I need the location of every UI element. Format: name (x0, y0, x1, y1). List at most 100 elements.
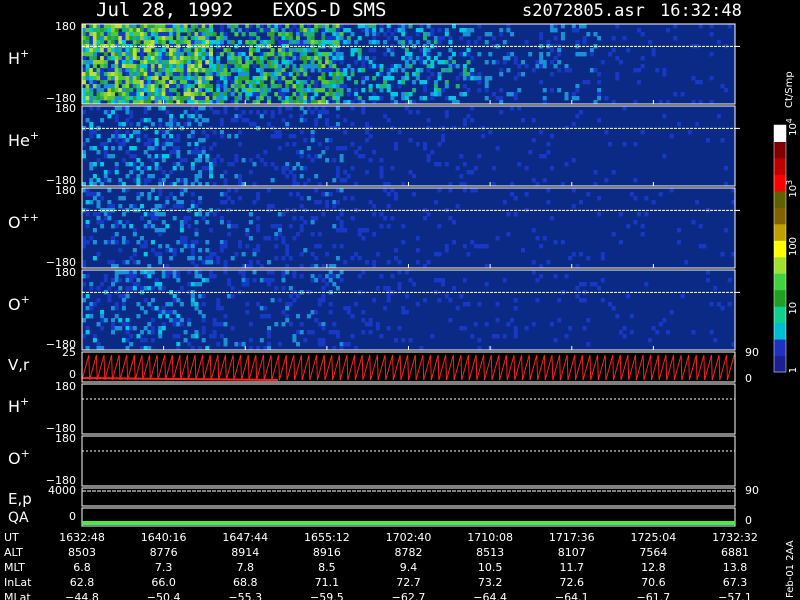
spectrogram-cell (96, 200, 101, 205)
spectrogram-cell (121, 236, 126, 241)
spectrogram-cell (437, 224, 442, 229)
spectrogram-cell (230, 92, 235, 97)
spectrogram-cell (201, 146, 206, 151)
spectrogram-cell (299, 56, 304, 61)
spectrogram-cell (118, 196, 123, 201)
spectrogram-cell (107, 76, 112, 81)
table-cell: −62.7 (392, 591, 426, 600)
spectrogram-cell (176, 72, 181, 77)
spectrogram-cell (560, 32, 565, 37)
spectrogram-cell (143, 88, 148, 93)
spectrogram-cell (154, 80, 159, 85)
spectrogram-cell (317, 154, 322, 159)
spectrogram-cell (568, 68, 573, 73)
spectrogram-cell (557, 68, 562, 73)
spectrogram-cell (216, 52, 221, 57)
spectrogram-cell (158, 92, 163, 97)
spectrogram-cell (386, 204, 391, 209)
spectrogram-cell (716, 40, 721, 45)
spectrogram-cell (230, 56, 235, 61)
spectrogram-cell (198, 310, 203, 315)
table-row-label: MLat (4, 591, 31, 600)
spectrogram-cell (85, 274, 90, 279)
spectrogram-cell (633, 142, 638, 147)
spectrogram-cell (335, 274, 340, 279)
table-cell: 1702:40 (386, 531, 432, 544)
spectrogram-cell (582, 80, 587, 85)
spectrogram-cell (368, 40, 373, 45)
spectrogram-cell (412, 72, 417, 77)
spectrogram-cell (118, 134, 123, 139)
spectrogram-cell (495, 318, 500, 323)
spectrogram-cell (205, 68, 210, 73)
spectrogram-cell (92, 64, 97, 69)
spectrogram-cell (118, 248, 123, 253)
spectrogram-cell (150, 96, 155, 101)
table-cell: 8916 (313, 546, 341, 559)
spectrogram-cell (339, 188, 344, 193)
spectrogram-cell (150, 32, 155, 37)
spectrogram-cell (201, 76, 206, 81)
spectrogram-cell (183, 24, 188, 29)
spectrogram-cell (209, 260, 213, 265)
spectrogram-cell (462, 52, 467, 57)
spectrogram-cell (256, 302, 261, 307)
spectrogram-cell (158, 68, 163, 73)
spectrogram-cell (172, 52, 177, 57)
spectrogram-cell (299, 322, 304, 327)
spectrogram-cell (335, 122, 340, 127)
spectrogram-cell (179, 286, 184, 291)
spectrogram-cell (85, 188, 90, 193)
spectrogram-cell (121, 28, 126, 33)
spectrogram-cell (158, 52, 163, 57)
spectrogram-cell (499, 32, 504, 37)
spectrogram-cell (216, 36, 221, 41)
spectrogram-cell (111, 64, 115, 69)
spectrogram-cell (125, 318, 130, 323)
spectrogram-cell (125, 162, 130, 167)
spectrogram-cell (216, 88, 221, 93)
spectrogram-cell (332, 28, 337, 33)
spectrogram-cell (143, 36, 148, 41)
spectrogram-cell (92, 56, 97, 61)
spectrogram-cell (622, 326, 627, 331)
spectrogram-cell (252, 92, 257, 97)
spectrogram-cell (223, 76, 228, 81)
spectrogram-cell (669, 134, 674, 139)
spectrogram-cell (136, 84, 141, 89)
spectrogram-cell (114, 114, 119, 119)
spectrogram-cell (277, 24, 282, 29)
spectrogram-cell (368, 134, 373, 139)
spectrogram-cell (379, 334, 384, 339)
spectrogram-cell (100, 48, 105, 53)
spectrogram-cell (209, 146, 213, 151)
spectrogram-cell (256, 68, 261, 73)
spectrogram-cell (121, 322, 126, 327)
spectrogram-cell (118, 318, 123, 323)
spectrogram-cell (270, 40, 275, 45)
spectrogram-cell (306, 154, 311, 159)
spectrogram-cell (321, 294, 326, 299)
spectrogram-cell (680, 294, 685, 299)
spectrogram-cell (401, 80, 406, 85)
spectrogram-cell (179, 204, 184, 209)
spectrogram-cell (462, 278, 467, 283)
spectrogram-cell (201, 294, 206, 299)
spectrogram-cell (143, 150, 148, 155)
spectrogram-cell (147, 80, 152, 85)
spectrogram-cell (158, 326, 163, 331)
spectrogram-cell (129, 76, 134, 81)
spectrogram-cell (143, 96, 148, 101)
spectrogram-cell (256, 36, 261, 41)
spectrogram-cell (339, 88, 344, 93)
spectrogram-cell (136, 178, 141, 183)
spectrogram-cell (161, 130, 166, 135)
spectrogram-cell (274, 130, 279, 135)
spectrogram-cell (103, 80, 108, 85)
spectrogram-cell (317, 76, 322, 81)
spectrogram-cell (299, 96, 304, 101)
spectrogram-cell (314, 200, 319, 205)
spectrogram-cell (401, 92, 406, 97)
spectrogram-cell (234, 134, 239, 139)
spectrogram-cell (183, 48, 188, 53)
